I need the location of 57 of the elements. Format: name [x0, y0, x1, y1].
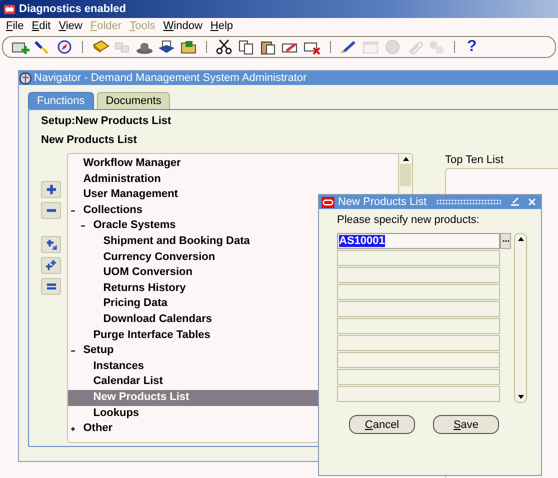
folder-icon[interactable]	[179, 39, 198, 55]
list-of-values-button[interactable]	[500, 233, 511, 249]
app-icon	[321, 196, 335, 208]
app-icon	[3, 2, 16, 16]
input-field[interactable]	[337, 352, 500, 368]
compass-icon[interactable]	[55, 39, 74, 55]
collapse-icon[interactable]	[70, 348, 76, 354]
menu-item[interactable]: Window	[163, 20, 202, 34]
window-title: Diagnostics enabled	[19, 3, 126, 15]
collapse-icon[interactable]	[70, 208, 76, 214]
clipboard-icon[interactable]	[259, 39, 278, 55]
section-heading: New Products List	[41, 133, 138, 148]
plus-arrow-icon	[46, 239, 56, 250]
breadcrumb: Setup:New Products List	[41, 114, 172, 129]
expand-button[interactable]	[41, 181, 61, 198]
input-field[interactable]	[337, 386, 500, 402]
dialog-button[interactable]: Save	[433, 415, 499, 434]
plus-icon	[46, 184, 56, 195]
expand-all-button[interactable]	[41, 257, 61, 274]
dialog-title: New Products List	[338, 196, 427, 208]
input-field[interactable]	[337, 250, 500, 266]
menu-item[interactable]: View	[58, 20, 82, 34]
tree-item[interactable]: Workflow Manager	[68, 156, 418, 172]
collapse-icon[interactable]	[80, 223, 86, 230]
input-field[interactable]	[337, 267, 500, 283]
close-icon[interactable]	[527, 197, 537, 207]
help-button[interactable]: ?	[463, 38, 481, 56]
list-label: Top Ten List	[445, 154, 505, 168]
double-minus-icon	[46, 281, 56, 292]
menu-item[interactable]: File	[6, 20, 24, 34]
minimize-icon[interactable]	[510, 197, 520, 207]
scrollbar[interactable]	[514, 233, 527, 403]
scissors-icon[interactable]	[215, 39, 234, 55]
scroll-thumb[interactable]	[400, 164, 411, 186]
expand-branch-button[interactable]	[41, 236, 61, 253]
input-field[interactable]: AS10001	[337, 233, 500, 249]
double-plus-icon	[46, 260, 56, 271]
input-field[interactable]	[337, 284, 500, 300]
collapse-button[interactable]	[41, 202, 61, 219]
ellipsis-icon	[502, 239, 510, 243]
tree-item[interactable]: Setup	[68, 343, 418, 359]
collapse-all-button[interactable]	[41, 278, 61, 295]
input-field[interactable]	[337, 301, 500, 317]
menu-item[interactable]: Edit	[32, 20, 51, 34]
window-title: Navigator - Demand Management System Administrator	[34, 72, 307, 84]
prompt-text: Please specify new products:	[337, 214, 480, 228]
tab[interactable]: Documents	[96, 92, 170, 109]
dialog-button[interactable]: Cancel	[349, 415, 415, 434]
pen-icon[interactable]	[339, 39, 358, 55]
input-field[interactable]	[337, 335, 500, 351]
expand-icon[interactable]	[70, 426, 76, 432]
printer-icon[interactable]	[157, 39, 176, 55]
input-field[interactable]	[337, 318, 500, 334]
menu-item[interactable]: Help	[210, 20, 234, 34]
tree-item[interactable]: Administration	[68, 172, 418, 188]
copy-icon[interactable]	[237, 39, 256, 55]
input-field[interactable]	[337, 369, 500, 385]
